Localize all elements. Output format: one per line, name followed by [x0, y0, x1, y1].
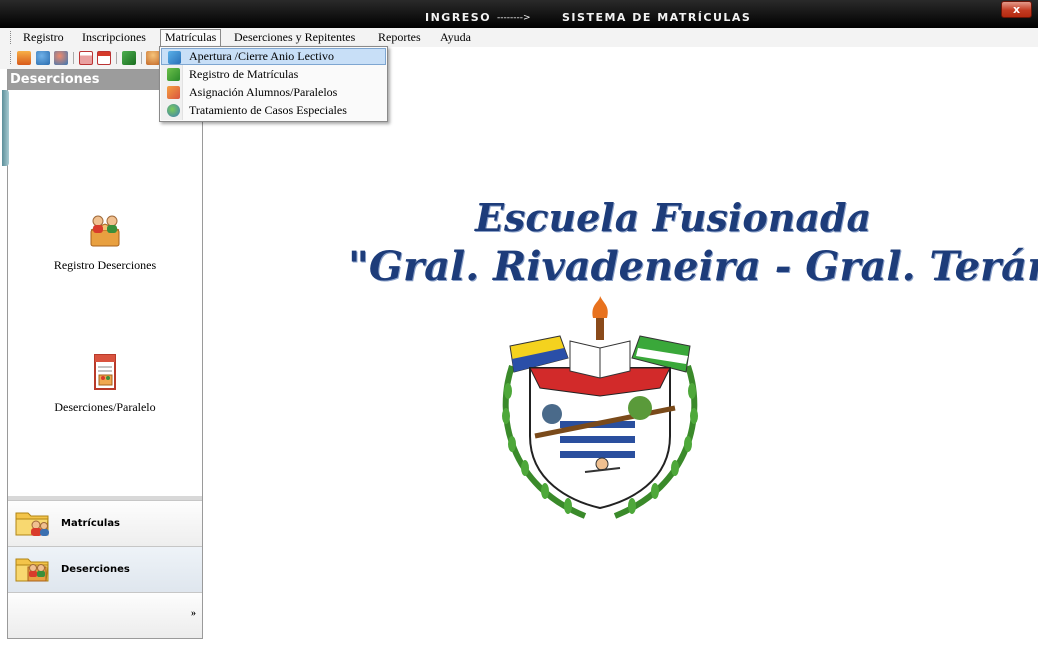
group-icon[interactable]: [54, 51, 68, 65]
menu-ayuda[interactable]: Ayuda: [436, 29, 475, 46]
nav-registro-deserciones-label: Registro Deserciones: [53, 258, 157, 272]
dropdown-item-registro-matriculas-label: Registro de Matrículas: [189, 67, 299, 81]
group-matriculas-label: Matrículas: [61, 518, 121, 529]
sidebar-collapse-tab[interactable]: [2, 90, 9, 166]
menu-matriculas[interactable]: Matrículas: [160, 29, 222, 46]
menu-bar: Registro Inscripciones Matrículas Deserc…: [0, 28, 1038, 47]
toolbar-grip[interactable]: [10, 51, 12, 64]
dropdown-item-asignacion-label: Asignación Alumnos/Paralelos: [189, 85, 338, 99]
window-title-left: INGRESO: [425, 11, 492, 24]
report-document-icon: [94, 354, 116, 390]
toolbar: [0, 47, 165, 69]
folder-people-icon: [15, 558, 49, 582]
matriculas-dropdown: Apertura /Cierre Anio Lectivo Registro d…: [159, 46, 388, 122]
dropdown-item-registro-matriculas[interactable]: Registro de Matrículas: [161, 66, 386, 83]
folder-calendar-icon: [168, 51, 181, 64]
menu-registro[interactable]: Registro: [19, 29, 68, 46]
window-title-right: SISTEMA DE MATRÍCULAS: [562, 11, 752, 24]
dropdown-item-apertura-label: Apertura /Cierre Anio Lectivo: [189, 49, 334, 63]
people-box-icon: [90, 215, 120, 247]
calendar-red-icon[interactable]: [97, 51, 111, 65]
window-title-arrow: -------->: [497, 13, 531, 23]
group-button-matriculas[interactable]: Matrículas: [8, 500, 202, 546]
menu-inscripciones[interactable]: Inscripciones: [78, 29, 150, 46]
overflow-chevron-icon[interactable]: »: [191, 608, 196, 619]
menu-deserciones-repitentes[interactable]: Deserciones y Repitentes: [230, 29, 359, 46]
folder-people-icon: [15, 512, 49, 536]
nav-deserciones-paralelo[interactable]: Deserciones/Paralelo: [8, 352, 202, 415]
school-name-line2: "Gral. Rivadeneira - Gral. Terán": [348, 243, 1038, 290]
toolbar-separator: [73, 52, 74, 64]
home-icon[interactable]: [17, 51, 31, 65]
users-icon[interactable]: [36, 51, 50, 65]
title-bar: INGRESO --------> SISTEMA DE MATRÍCULAS …: [0, 0, 1038, 28]
dropdown-item-asignacion[interactable]: Asignación Alumnos/Paralelos: [161, 84, 386, 101]
calendar-icon[interactable]: [79, 51, 93, 65]
sidebar-overflow-row: »: [8, 592, 202, 638]
toolbar-separator: [116, 52, 117, 64]
book-icon[interactable]: [122, 51, 136, 65]
nav-registro-deserciones[interactable]: Registro Deserciones: [8, 210, 202, 273]
dropdown-item-apertura[interactable]: Apertura /Cierre Anio Lectivo: [161, 48, 386, 65]
special-cases-icon: [167, 104, 180, 117]
menu-reportes[interactable]: Reportes: [374, 29, 425, 46]
group-deserciones-label: Deserciones: [61, 564, 130, 575]
menu-grip[interactable]: [10, 31, 12, 44]
school-crest-image: [502, 296, 698, 519]
dropdown-item-casos-especiales-label: Tratamiento de Casos Especiales: [189, 103, 347, 117]
green-book-icon: [167, 68, 180, 81]
app-window: INGRESO --------> SISTEMA DE MATRÍCULAS …: [0, 0, 1038, 655]
group-button-deserciones[interactable]: Deserciones: [8, 546, 202, 592]
sidebar: Deserciones Registro Deserciones Deserci…: [2, 69, 203, 639]
dropdown-item-casos-especiales[interactable]: Tratamiento de Casos Especiales: [161, 102, 386, 119]
school-name-line1: Escuela Fusionada: [475, 195, 872, 240]
nav-deserciones-paralelo-label: Deserciones/Paralelo: [54, 400, 156, 414]
close-button[interactable]: x: [1001, 1, 1032, 18]
toolbar-separator: [141, 52, 142, 64]
people-icon[interactable]: [146, 51, 160, 65]
students-assign-icon: [167, 86, 180, 99]
